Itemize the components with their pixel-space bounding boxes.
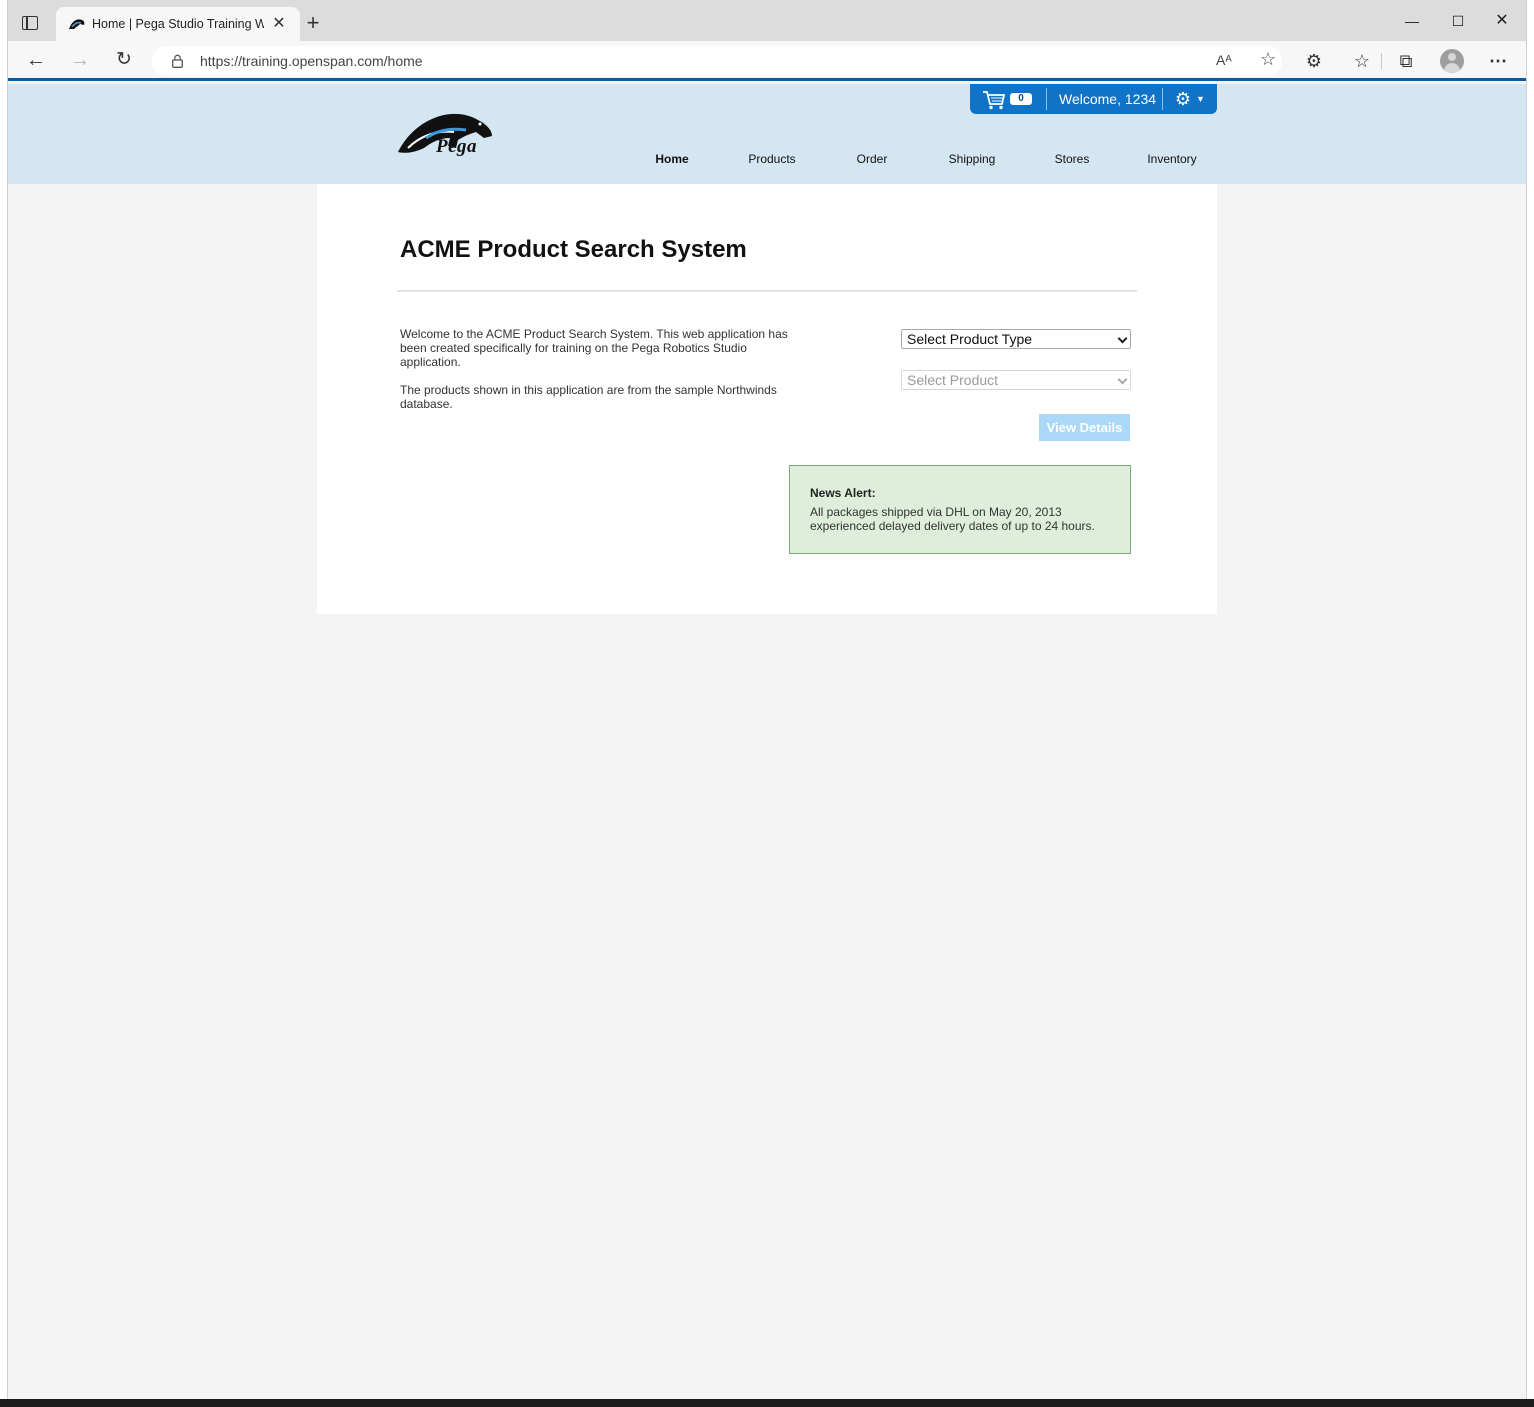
news-alert-body: All packages shipped via DHL on May 20, … <box>810 505 1095 533</box>
extensions-icon[interactable]: ⚙ <box>1302 49 1326 73</box>
logo-text: Pega <box>436 136 478 157</box>
tab-title: Home | Pega Studio Training Wel <box>92 17 264 31</box>
user-toolbar: 0 Welcome, 1234 ⚙ ▼ <box>970 84 1217 114</box>
nav-order[interactable]: Order <box>830 152 914 166</box>
main-content: ACME Product Search System Welcome to th… <box>317 184 1217 614</box>
maximize-icon[interactable]: ☐ <box>1446 10 1470 32</box>
favorites-icon[interactable]: ☆ <box>1350 49 1374 73</box>
intro-paragraph-database: The products shown in this application a… <box>400 383 777 411</box>
chevron-down-icon <box>1117 374 1128 385</box>
pega-logo[interactable]: Pega <box>396 108 500 158</box>
chevron-down-icon <box>1117 333 1128 344</box>
back-arrow-icon[interactable]: ← <box>24 49 48 73</box>
product-type-select-value: Select Product Type <box>907 331 1033 347</box>
profile-avatar-icon[interactable] <box>1440 49 1464 73</box>
shopping-cart-icon[interactable] <box>982 90 1006 110</box>
toolbar-separator <box>1381 53 1382 69</box>
browser-window: Home | Pega Studio Training Wel ✕ + — ☐ … <box>8 0 1526 1399</box>
left-window-edge <box>0 0 8 1399</box>
new-tab-icon[interactable]: + <box>302 12 324 34</box>
nav-shipping[interactable]: Shipping <box>930 152 1014 166</box>
minimize-icon[interactable]: — <box>1400 10 1424 32</box>
welcome-text[interactable]: Welcome, 1234 <box>1059 91 1156 107</box>
taskbar-strip <box>0 1399 1534 1407</box>
page-title: ACME Product Search System <box>400 236 747 263</box>
tab-actions-icon[interactable] <box>22 16 38 30</box>
address-bar[interactable]: https://training.openspan.com/home Aᴬ ☆ <box>152 46 1282 76</box>
nav-home[interactable]: Home <box>630 152 714 166</box>
product-type-select[interactable]: Select Product Type <box>901 329 1131 349</box>
url-text[interactable]: https://training.openspan.com/home <box>200 53 423 69</box>
reload-icon[interactable]: ↻ <box>112 49 136 73</box>
tab-home[interactable]: Home | Pega Studio Training Wel ✕ <box>56 7 300 41</box>
browser-toolbar: ← → ↻ https://training.openspan.com/home… <box>8 41 1526 81</box>
nav-stores[interactable]: Stores <box>1030 152 1114 166</box>
more-menu-icon[interactable]: ⋯ <box>1486 49 1510 73</box>
product-select[interactable]: Select Product <box>901 370 1131 390</box>
nav-inventory[interactable]: Inventory <box>1130 152 1214 166</box>
add-favorite-icon[interactable]: ☆ <box>1260 49 1276 70</box>
window-close-icon[interactable]: ✕ <box>1490 10 1514 32</box>
tab-strip: Home | Pega Studio Training Wel ✕ + — ☐ … <box>8 0 1526 41</box>
main-nav: Home Products Order Shipping Stores Inve… <box>630 152 1230 172</box>
cart-count-badge: 0 <box>1010 93 1032 105</box>
close-tab-icon[interactable]: ✕ <box>270 15 288 33</box>
news-alert-title: News Alert: <box>810 486 876 500</box>
intro-paragraph: Welcome to the ACME Product Search Syste… <box>400 327 788 369</box>
collections-icon[interactable]: ⧉ <box>1394 49 1418 73</box>
caret-down-icon[interactable]: ▼ <box>1196 93 1206 104</box>
title-divider <box>397 290 1137 292</box>
user-bar-divider <box>1162 88 1163 110</box>
forward-arrow-icon[interactable]: → <box>68 49 92 73</box>
site-header: Pega 0 Welcome, 1234 ⚙ ▼ Home Products O… <box>8 84 1526 184</box>
lock-icon[interactable] <box>172 54 183 68</box>
read-aloud-icon[interactable]: Aᴬ <box>1216 52 1232 68</box>
product-select-value: Select Product <box>907 372 999 388</box>
pega-favicon-icon <box>69 19 85 29</box>
nav-products[interactable]: Products <box>730 152 814 166</box>
right-window-edge <box>1526 0 1534 1399</box>
news-alert-box: News Alert: All packages shipped via DHL… <box>789 465 1131 554</box>
gear-icon[interactable]: ⚙ <box>1173 89 1193 109</box>
view-details-button[interactable]: View Details <box>1039 414 1130 441</box>
user-bar-divider <box>1046 88 1047 110</box>
